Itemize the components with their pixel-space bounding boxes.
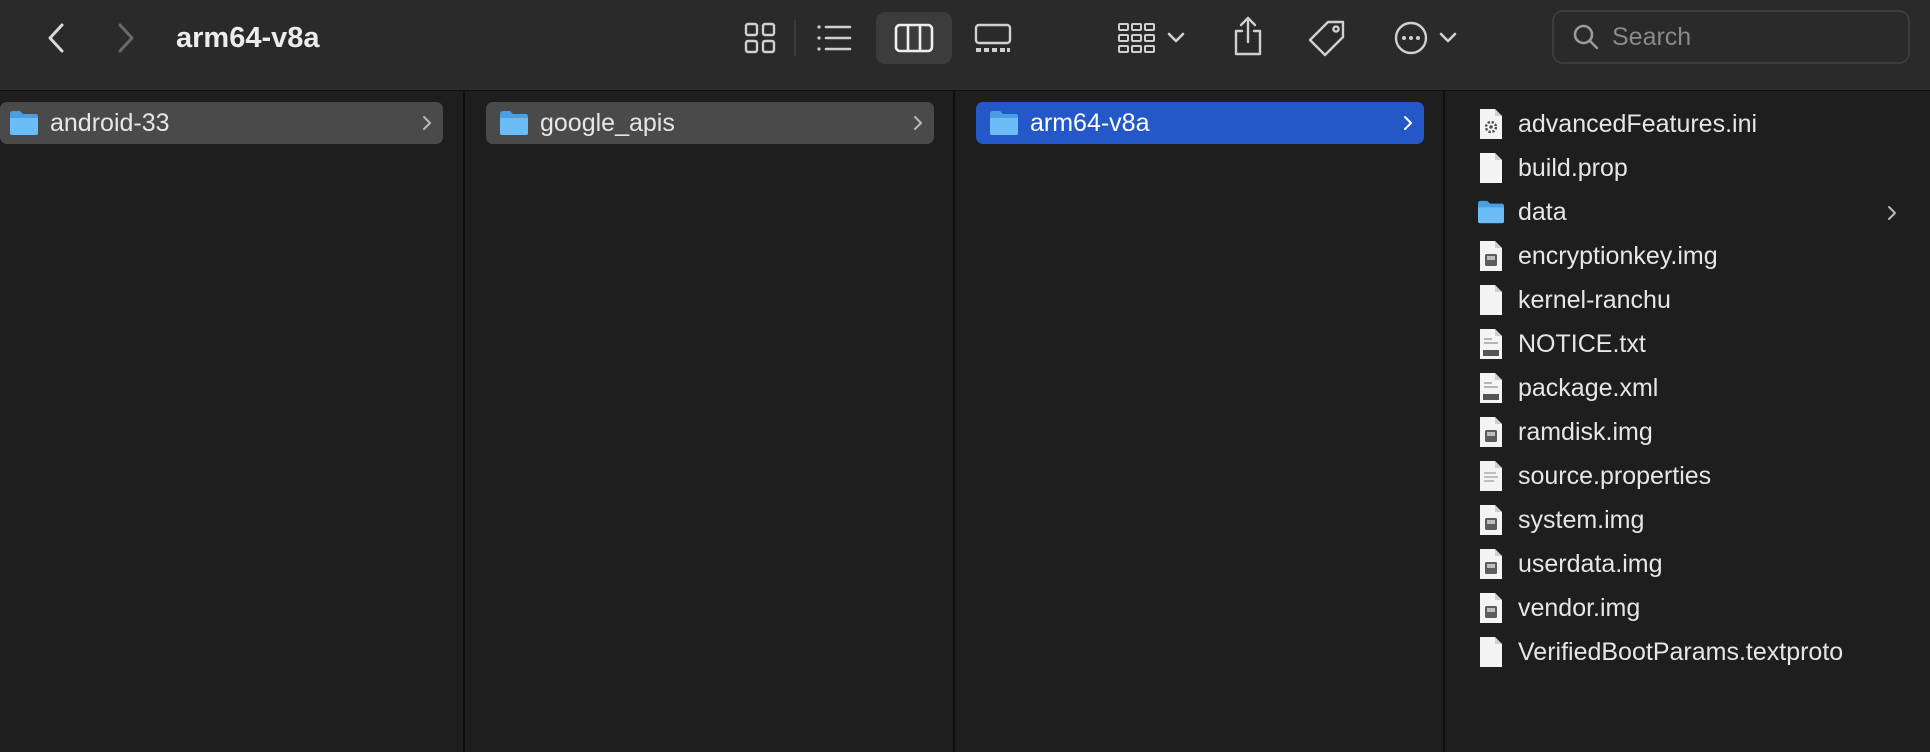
chevron-down-icon	[1167, 32, 1185, 43]
group-button[interactable]	[1112, 14, 1190, 62]
file-row[interactable]: package.xml	[1478, 366, 1918, 410]
toolbar-divider	[794, 20, 796, 56]
disk-image-icon	[1480, 505, 1502, 535]
text-document-icon	[1480, 461, 1502, 491]
column-item-arm64-v8a[interactable]: arm64-v8a	[976, 102, 1424, 144]
chevron-right-icon	[1404, 116, 1412, 130]
column-item-label: arm64-v8a	[1030, 108, 1150, 137]
group-icon	[1118, 23, 1155, 53]
file-row[interactable]: encryptionkey.img	[1478, 234, 1918, 278]
forward-button[interactable]	[108, 16, 144, 60]
tag-button[interactable]	[1304, 14, 1350, 62]
column-view-icon	[894, 23, 934, 53]
file-name: VerifiedBootParams.textproto	[1518, 637, 1844, 666]
file-name: source.properties	[1518, 461, 1712, 490]
file-name: kernel-ranchu	[1518, 285, 1671, 314]
column-item-label: google_apis	[540, 108, 675, 137]
share-button[interactable]	[1226, 10, 1270, 62]
file-name: system.img	[1518, 505, 1645, 534]
folder-icon	[990, 111, 1018, 135]
disk-image-icon	[1480, 417, 1502, 447]
back-button[interactable]	[38, 16, 74, 60]
file-row[interactable]: userdata.img	[1478, 542, 1918, 586]
chevron-left-icon	[48, 23, 64, 53]
chevron-right-icon	[914, 116, 922, 130]
file-row[interactable]: build.prop	[1478, 146, 1918, 190]
browser-column-1: android-33	[0, 91, 465, 752]
file-name: data	[1518, 197, 1567, 226]
folder-icon	[1478, 200, 1504, 224]
file-row[interactable]: vendor.img	[1478, 586, 1918, 630]
icon-view-icon	[744, 22, 776, 54]
file-name: build.prop	[1518, 153, 1628, 182]
chevron-right-icon	[118, 23, 134, 53]
document-icon	[1480, 637, 1502, 667]
search-field[interactable]	[1552, 10, 1910, 64]
file-row[interactable]: data	[1478, 190, 1918, 234]
list-view-button[interactable]	[808, 14, 860, 62]
search-input[interactable]	[1610, 21, 1904, 53]
file-row[interactable]: VerifiedBootParams.textproto	[1478, 630, 1918, 674]
icon-view-button[interactable]	[736, 14, 784, 62]
chevron-right-icon	[423, 116, 431, 130]
file-name: encryptionkey.img	[1518, 241, 1718, 270]
browser-column-3: arm64-v8a	[955, 91, 1445, 752]
disk-image-icon	[1480, 241, 1502, 271]
file-name: NOTICE.txt	[1518, 329, 1646, 358]
column-item-android-33[interactable]: android-33	[0, 102, 443, 144]
file-name: package.xml	[1518, 373, 1659, 402]
gallery-view-icon	[974, 23, 1012, 52]
file-list: advancedFeatures.ini build.prop data enc…	[1478, 102, 1918, 674]
settings-file-icon	[1480, 109, 1502, 139]
folder-icon	[500, 111, 528, 135]
document-icon	[1480, 153, 1502, 183]
file-row[interactable]: source.properties	[1478, 454, 1918, 498]
tag-icon	[1308, 20, 1345, 57]
file-row[interactable]: NOTICE.txt	[1478, 322, 1918, 366]
folder-icon	[10, 111, 38, 135]
search-icon	[1573, 24, 1599, 50]
file-name: userdata.img	[1518, 549, 1663, 578]
text-file-icon	[1480, 329, 1502, 359]
file-name: vendor.img	[1518, 593, 1641, 622]
file-name: ramdisk.img	[1518, 417, 1653, 446]
toolbar: arm64-v8a	[0, 0, 1930, 91]
disk-image-icon	[1480, 549, 1502, 579]
more-icon	[1394, 21, 1428, 55]
file-row[interactable]: kernel-ranchu	[1478, 278, 1918, 322]
chevron-down-icon	[1439, 32, 1457, 43]
column-view-button[interactable]	[876, 12, 952, 64]
file-row[interactable]: system.img	[1478, 498, 1918, 542]
file-row[interactable]: ramdisk.img	[1478, 410, 1918, 454]
gallery-view-button[interactable]	[966, 14, 1020, 62]
list-view-icon	[817, 25, 852, 51]
document-icon	[1480, 285, 1502, 315]
window-title: arm64-v8a	[176, 22, 320, 54]
column-item-google-apis[interactable]: google_apis	[486, 102, 934, 144]
file-name: advancedFeatures.ini	[1518, 109, 1758, 138]
more-actions-button[interactable]	[1388, 14, 1462, 62]
xml-file-icon	[1480, 373, 1502, 403]
file-row[interactable]: advancedFeatures.ini	[1478, 102, 1918, 146]
share-icon	[1234, 16, 1262, 56]
browser-column-2: google_apis	[465, 91, 955, 752]
column-item-label: android-33	[50, 108, 170, 137]
chevron-right-icon	[1888, 206, 1896, 220]
disk-image-icon	[1480, 593, 1502, 623]
